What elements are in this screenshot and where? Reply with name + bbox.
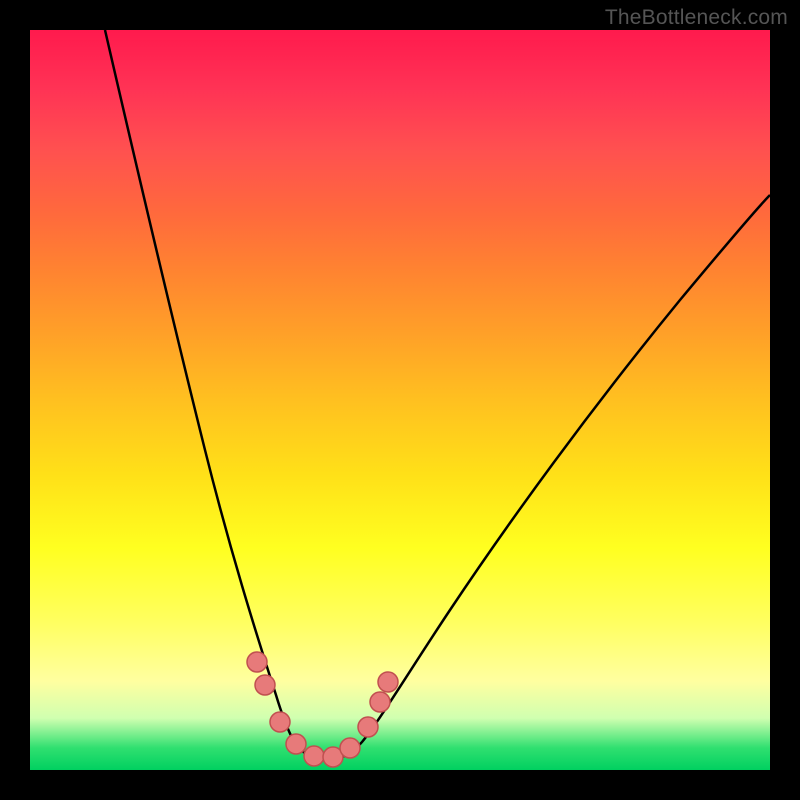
marker-dot (340, 738, 360, 758)
chart-svg (30, 30, 770, 770)
watermark-text: TheBottleneck.com (605, 6, 788, 30)
chart-frame: TheBottleneck.com (0, 0, 800, 800)
marker-dot (255, 675, 275, 695)
curve-left-branch (105, 30, 294, 742)
marker-dot (247, 652, 267, 672)
marker-dot (304, 746, 324, 766)
marker-group (247, 652, 398, 767)
curve-valley-and-right (294, 195, 770, 760)
marker-dot (378, 672, 398, 692)
marker-dot (358, 717, 378, 737)
marker-dot (270, 712, 290, 732)
marker-dot (370, 692, 390, 712)
marker-dot (286, 734, 306, 754)
